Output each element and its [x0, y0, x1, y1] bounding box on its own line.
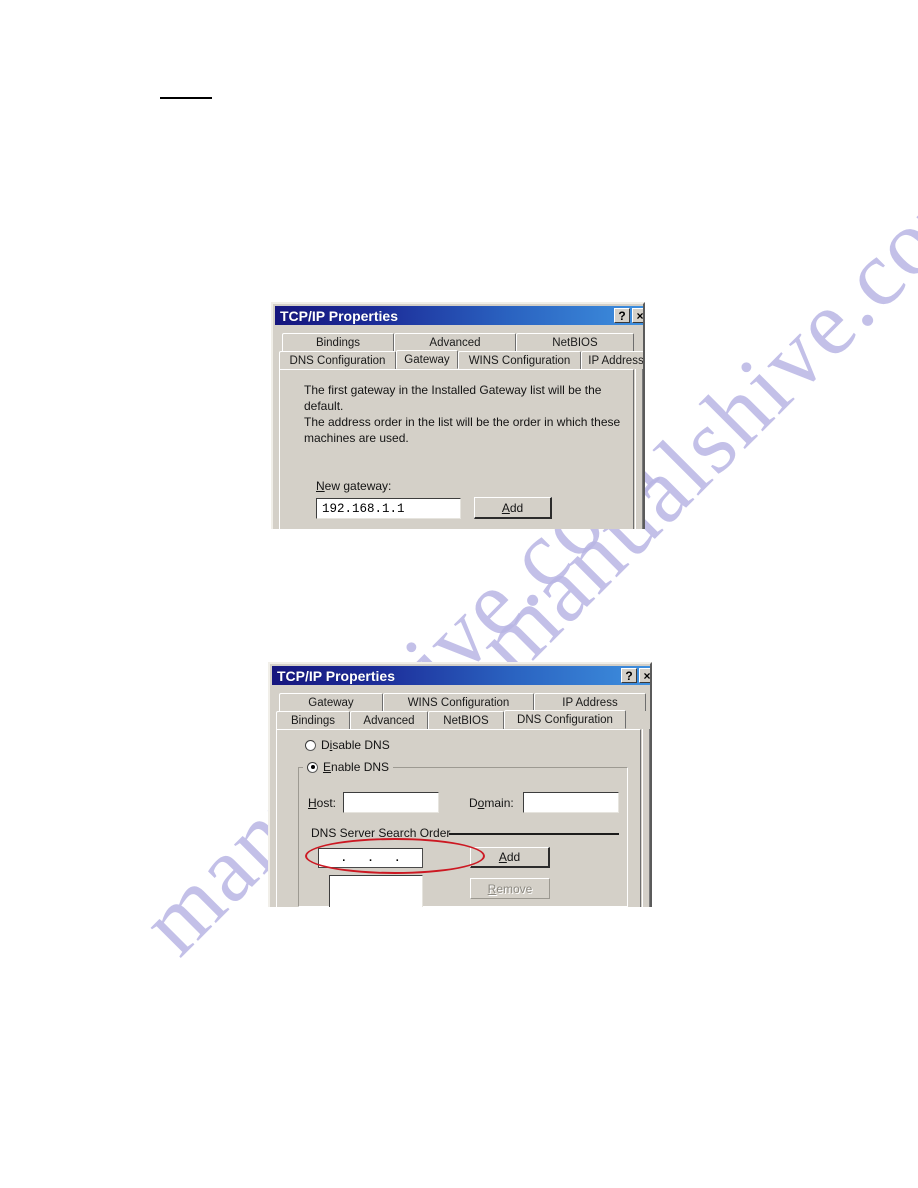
tab-row-top: Bindings Advanced NetBIOS	[282, 333, 634, 351]
tab-label: NetBIOS	[552, 336, 598, 349]
dialog-right-edge	[642, 729, 650, 907]
tab-label: WINS Configuration	[468, 354, 571, 367]
tcpip-properties-dns-dialog: TCP/IP Properties ? × Gateway WINS Confi…	[268, 662, 652, 907]
add-button-rest: dd	[509, 500, 524, 515]
tab-row-bottom: Bindings Advanced NetBIOS DNS Configurat…	[276, 710, 626, 729]
add-button-accel: A	[498, 850, 507, 864]
tab-netbios[interactable]: NetBIOS	[516, 333, 634, 351]
titlebar[interactable]: TCP/IP Properties ? ×	[272, 666, 650, 685]
tab-bindings[interactable]: Bindings	[282, 333, 394, 351]
add-button-rest: dd	[506, 850, 521, 864]
window-title: TCP/IP Properties	[280, 307, 399, 324]
new-gateway-value: 192.168.1.1	[322, 501, 405, 516]
dns-search-order-rule	[449, 833, 619, 835]
tab-label: IP Address	[562, 696, 618, 709]
tab-label: Gateway	[308, 696, 354, 709]
new-gateway-input[interactable]: 192.168.1.1	[316, 498, 461, 519]
radio-dot-icon	[307, 761, 318, 773]
radio-enable-dns[interactable]: Enable DNS	[303, 760, 394, 774]
radio-dot-icon	[305, 739, 316, 751]
remove-button-rest: emove	[496, 881, 533, 896]
ip-separator: .	[395, 852, 399, 864]
tab-label: Advanced	[363, 714, 415, 727]
domain-input[interactable]	[523, 792, 619, 813]
new-gateway-label-accel: N	[316, 479, 325, 493]
titlebar[interactable]: TCP/IP Properties ? ×	[275, 306, 643, 325]
tab-row-bottom: DNS Configuration Gateway WINS Configura…	[279, 350, 644, 369]
dialog-right-edge	[635, 369, 643, 529]
tab-gateway[interactable]: Gateway	[279, 693, 383, 711]
tab-label: DNS Configuration	[517, 713, 613, 726]
help-icon[interactable]: ?	[621, 668, 637, 683]
host-input[interactable]	[343, 792, 439, 813]
tab-label: IP Address	[588, 354, 644, 367]
tab-page-dns: Disable DNS Enable DNS Host: Domain: DNS…	[276, 729, 641, 907]
domain-label-rest: main:	[484, 796, 514, 810]
tcpip-properties-gateway-dialog: TCP/IP Properties ? × Bindings Advanced …	[271, 302, 645, 529]
tab-label: Gateway	[404, 353, 450, 366]
tab-label: Bindings	[290, 714, 336, 727]
dns-server-ip-input[interactable]: . . .	[318, 848, 423, 868]
tab-advanced[interactable]: Advanced	[394, 333, 516, 351]
remove-dns-server-button[interactable]: Remove	[470, 878, 550, 899]
close-icon[interactable]: ×	[639, 668, 650, 683]
tab-ip-address[interactable]: IP Address	[534, 693, 646, 711]
tab-row-top: Gateway WINS Configuration IP Address	[279, 693, 646, 711]
tab-advanced[interactable]: Advanced	[350, 711, 428, 729]
ip-separator: .	[368, 852, 373, 864]
host-label-rest: ost:	[316, 796, 337, 810]
tab-wins-configuration[interactable]: WINS Configuration	[383, 693, 534, 711]
add-gateway-button[interactable]: Add	[474, 497, 552, 519]
new-gateway-label-rest: ew gateway:	[324, 479, 392, 493]
close-icon[interactable]: ×	[632, 308, 643, 323]
radio-disable-dns[interactable]: Disable DNS	[305, 738, 390, 752]
titlebar-buttons: ? ×	[614, 308, 643, 323]
titlebar-buttons: ? ×	[621, 668, 650, 683]
tab-label: DNS Configuration	[289, 354, 386, 367]
radio-enable-dns-label: Enable DNS	[323, 760, 390, 774]
tab-gateway[interactable]: Gateway	[396, 350, 458, 369]
host-label-accel: H	[308, 796, 317, 810]
tab-wins-configuration[interactable]: WINS Configuration	[458, 351, 581, 369]
gateway-description: The first gateway in the Installed Gatew…	[304, 383, 621, 445]
domain-label: Domain:	[469, 796, 514, 810]
tab-label: Advanced	[429, 336, 481, 349]
dns-server-listbox[interactable]	[329, 875, 423, 907]
header-rule	[160, 97, 212, 99]
tab-label: Bindings	[315, 336, 361, 349]
help-icon[interactable]: ?	[614, 308, 630, 323]
remove-button-accel: R	[487, 881, 497, 896]
dns-search-order-label: DNS Server Search Order	[308, 826, 454, 840]
window-title: TCP/IP Properties	[277, 667, 396, 684]
ip-separator: .	[342, 852, 346, 864]
radio-disable-dns-label: Disable DNS	[321, 738, 390, 752]
add-button-accel: A	[501, 500, 510, 515]
tab-dns-configuration[interactable]: DNS Configuration	[504, 710, 626, 729]
tab-dns-configuration[interactable]: DNS Configuration	[279, 351, 396, 369]
tab-page-gateway: The first gateway in the Installed Gatew…	[279, 369, 634, 529]
tab-label: NetBIOS	[443, 714, 489, 727]
watermark-layer: manualshive.com manualshive.com	[0, 0, 918, 1188]
new-gateway-label: New gateway:	[316, 479, 391, 493]
tab-netbios[interactable]: NetBIOS	[428, 711, 504, 729]
domain-label-a: D	[469, 796, 478, 810]
tab-ip-address[interactable]: IP Address	[581, 351, 644, 369]
add-dns-server-button[interactable]: Add	[470, 847, 550, 868]
tab-label: WINS Configuration	[407, 696, 510, 709]
host-label: Host:	[308, 796, 336, 810]
tab-bindings[interactable]: Bindings	[276, 711, 350, 729]
